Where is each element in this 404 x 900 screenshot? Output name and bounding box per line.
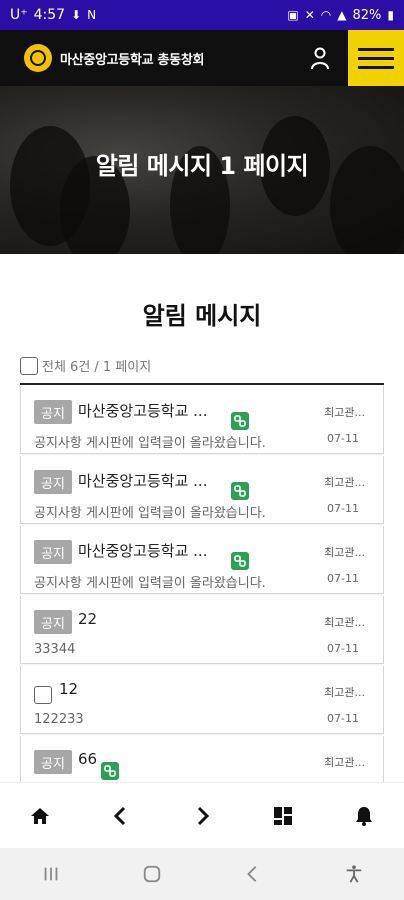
time-label: 4:57	[33, 7, 66, 23]
school-name[interactable]: 마산중앙고등학교 총동창회	[60, 49, 204, 68]
bottom-nav	[0, 782, 404, 848]
list-summary: 전체 6건 / 1 페이지	[20, 356, 151, 375]
link-icon	[231, 482, 249, 500]
accessibility-icon[interactable]	[334, 854, 374, 894]
list-item[interactable]: 공지 마산중앙고등학교 ... 공지사항 게시판에 입력글이 올라왔습니다. 최…	[20, 386, 384, 454]
item-subtitle: 33344	[34, 642, 76, 657]
notice-badge: 공지	[34, 540, 72, 564]
item-subtitle: 122233	[34, 712, 84, 727]
item-date: 07-11	[327, 712, 359, 725]
item-title[interactable]: 22	[78, 610, 97, 628]
dashboard-icon[interactable]	[263, 796, 303, 836]
item-subtitle: 공지사항 게시판에 입력글이 올라왔습니다.	[34, 436, 266, 451]
item-subtitle: 공지사항 게시판에 입력글이 올라왔습니다.	[34, 576, 266, 591]
site-header: 마산중앙고등학교 총동창회	[0, 30, 404, 86]
message-list: 공지 마산중앙고등학교 ... 공지사항 게시판에 입력글이 올라왔습니다. 최…	[20, 386, 384, 782]
item-author: 최고관...	[324, 686, 365, 699]
mute-icon: ✕	[304, 8, 315, 22]
notice-badge: 공지	[34, 470, 72, 494]
list-item[interactable]: 공지 22 33344 최고관... 07-11	[20, 596, 384, 664]
wifi-icon: ◠	[320, 8, 332, 22]
system-nav-bar	[0, 848, 404, 900]
item-title[interactable]: 66	[78, 750, 97, 768]
battery-icon: ▮	[387, 8, 394, 22]
item-title[interactable]: 마산중앙고등학교 ...	[78, 540, 207, 561]
select-all-checkbox[interactable]	[20, 356, 38, 375]
home-icon[interactable]	[20, 796, 60, 836]
notification-icon: ▣	[287, 8, 299, 22]
status-bar: U⁺ 4:57 ⬇ N ▣ ✕ ◠ ▲ 82% ▮	[0, 0, 404, 30]
item-date: 07-11	[327, 642, 359, 655]
notice-badge: 공지	[34, 610, 72, 634]
no-vibrate-icon: N	[87, 8, 97, 22]
carrier-label: U⁺	[10, 7, 28, 23]
item-title[interactable]: 12	[59, 680, 78, 698]
list-divider	[20, 383, 384, 385]
list-item[interactable]: 공지 66 최고관...	[20, 736, 384, 782]
link-icon	[231, 552, 249, 570]
item-date: 07-11	[327, 432, 359, 445]
battery-label: 82%	[352, 7, 382, 23]
item-author: 최고관...	[324, 406, 365, 419]
school-logo[interactable]	[24, 44, 52, 72]
item-author: 최고관...	[324, 546, 365, 559]
item-title[interactable]: 마산중앙고등학교 ...	[78, 400, 207, 421]
item-author: 최고관...	[324, 476, 365, 489]
hero-title: 알림 메시지 1 페이지	[95, 152, 309, 180]
list-item[interactable]: 공지 마산중앙고등학교 ... 공지사항 게시판에 입력글이 올라왔습니다. 최…	[20, 456, 384, 524]
signal-icon: ▲	[337, 8, 347, 22]
list-item[interactable]: 공지 마산중앙고등학교 ... 공지사항 게시판에 입력글이 올라왔습니다. 최…	[20, 526, 384, 594]
back-icon[interactable]	[233, 854, 273, 894]
page-title: 알림 메시지	[142, 302, 262, 330]
item-title[interactable]: 마산중앙고등학교 ...	[78, 470, 207, 491]
notice-badge: 공지	[34, 400, 72, 424]
chevron-left-icon[interactable]	[101, 796, 141, 836]
user-icon[interactable]	[308, 46, 332, 70]
home-circle-icon[interactable]	[132, 854, 172, 894]
recents-icon[interactable]	[31, 854, 71, 894]
item-subtitle: 공지사항 게시판에 입력글이 올라왔습니다.	[34, 506, 266, 521]
hamburger-menu-button[interactable]	[348, 30, 404, 86]
hero-banner: 알림 메시지 1 페이지	[0, 86, 404, 254]
notice-badge: 공지	[34, 750, 72, 774]
item-author: 최고관...	[324, 616, 365, 629]
list-item[interactable]: 12 122233 최고관... 07-11	[20, 666, 384, 734]
item-date: 07-11	[327, 572, 359, 585]
chevron-right-icon[interactable]	[182, 796, 222, 836]
item-date: 07-11	[327, 502, 359, 515]
item-checkbox[interactable]	[34, 686, 52, 704]
bell-icon[interactable]	[344, 796, 384, 836]
link-icon	[101, 762, 119, 780]
item-author: 최고관...	[324, 756, 365, 769]
download-icon: ⬇	[71, 8, 82, 22]
link-icon	[231, 412, 249, 430]
count-text: 전체 6건 / 1 페이지	[42, 360, 152, 375]
